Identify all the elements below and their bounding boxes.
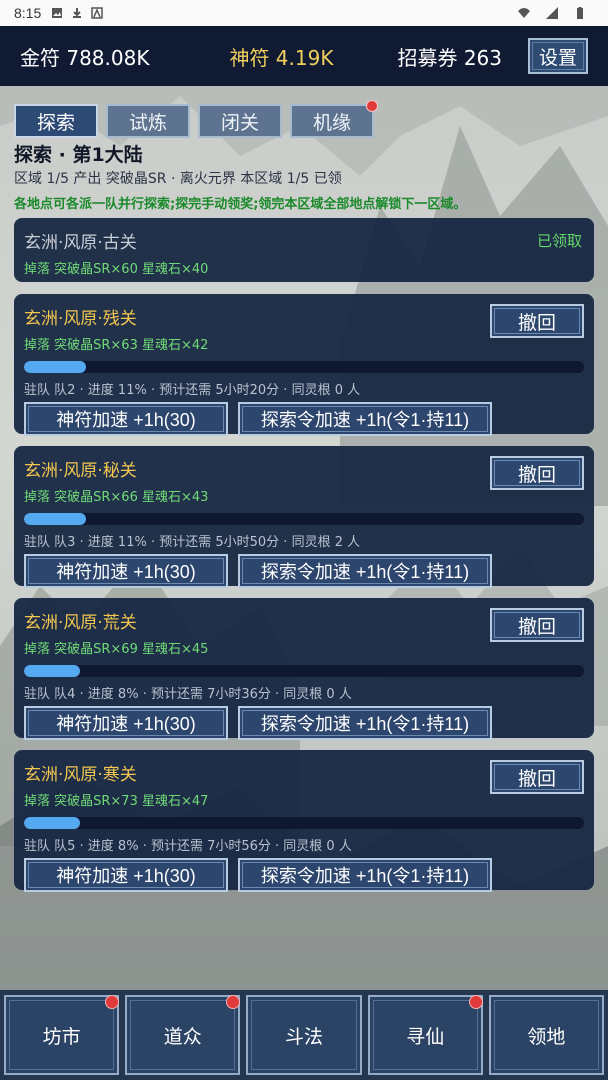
divine-speedup-button[interactable]: 神符加速 +1h(30)	[24, 554, 228, 588]
nav-disciples[interactable]: 道众	[125, 995, 241, 1075]
exploration-progress-bar	[24, 817, 584, 829]
tab-seclusion[interactable]: 闭关	[198, 104, 282, 138]
location-card: 玄洲·风原·荒关 掉落 突破晶SR×69 星魂石×45 撤回 驻队 队4 · 进…	[14, 598, 594, 740]
signal-icon	[546, 7, 558, 19]
nav-label: 寻仙	[406, 1025, 445, 1048]
recall-button[interactable]: 撤回	[490, 760, 584, 794]
tab-fortune[interactable]: 机缘	[290, 100, 378, 138]
tab-label: 试炼	[128, 111, 167, 134]
nav-market[interactable]: 坊市	[4, 995, 120, 1075]
clock: 8:15	[14, 5, 42, 21]
recall-button[interactable]: 撤回	[490, 608, 584, 642]
divine-speedup-button[interactable]: 神符加速 +1h(30)	[24, 402, 228, 436]
bottom-navigation: 坊市 道众 斗法 寻仙 领地	[0, 990, 608, 1080]
nav-seek-immortal[interactable]: 寻仙	[367, 995, 483, 1075]
speedup-actions: 神符加速 +1h(30) 探索令加速 +1h(令1·持11)	[24, 706, 584, 740]
app-notification-icon	[91, 7, 103, 19]
exploration-progress-bar	[24, 665, 584, 677]
token-speedup-button[interactable]: 探索令加速 +1h(令1·持11)	[238, 554, 492, 588]
notification-dot	[468, 995, 483, 1009]
progress-fill	[24, 513, 86, 525]
location-card-claimed: 玄洲·风原·古关 掉落 突破晶SR×60 星魂石×40 已领取	[14, 218, 594, 282]
tab-label: 探索	[36, 111, 75, 134]
speedup-actions: 神符加速 +1h(30) 探索令加速 +1h(令1·持11)	[24, 402, 584, 436]
exploration-progress-bar	[24, 361, 584, 373]
team-status: 驻队 队4 · 进度 8% · 预计还需 7小时36分 · 同灵根 0 人	[24, 687, 352, 702]
recruit-ticket-count: 招募券 263	[397, 45, 502, 70]
settings-button[interactable]: 设置	[527, 38, 588, 74]
team-status: 驻队 队3 · 进度 11% · 预计还需 5小时50分 · 同灵根 2 人	[24, 535, 361, 550]
location-card: 玄洲·风原·寒关 掉落 突破晶SR×73 星魂石×47 撤回 驻队 队5 · 进…	[14, 750, 594, 892]
drop-rewards: 掉落 突破晶SR×60 星魂石×40	[24, 262, 209, 277]
nav-label: 领地	[527, 1025, 566, 1048]
claimed-status: 已领取	[536, 232, 582, 250]
tab-label: 闭关	[220, 111, 259, 134]
battery-icon	[577, 7, 583, 19]
download-icon	[73, 8, 82, 18]
android-status-bar: 8:15	[0, 0, 608, 26]
location-card: 玄洲·风原·残关 掉落 突破晶SR×63 星魂石×42 撤回 驻队 队2 · 进…	[14, 294, 594, 436]
notification-dot	[105, 995, 120, 1009]
location-card: 玄洲·风原·秘关 掉落 突破晶SR×66 星魂石×43 撤回 驻队 队3 · 进…	[14, 446, 594, 588]
exploration-progress-bar	[24, 513, 584, 525]
team-status: 驻队 队2 · 进度 11% · 预计还需 5小时20分 · 同灵根 0 人	[24, 383, 361, 398]
location-title: 玄洲·风原·古关	[24, 233, 137, 253]
wifi-icon	[518, 8, 530, 18]
progress-fill	[24, 817, 80, 829]
recall-button[interactable]: 撤回	[490, 304, 584, 338]
divine-speedup-button[interactable]: 神符加速 +1h(30)	[24, 706, 228, 740]
divine-talisman-count: 神符 4.19K	[229, 45, 334, 70]
notification-dot	[366, 100, 378, 112]
notification-dot	[226, 995, 241, 1009]
speedup-actions: 神符加速 +1h(30) 探索令加速 +1h(令1·持11)	[24, 554, 584, 588]
progress-fill	[24, 665, 80, 677]
image-icon	[52, 8, 63, 18]
tab-explore[interactable]: 探索	[14, 104, 98, 138]
gold-talisman-count: 金符 788.08K	[20, 45, 150, 70]
page-title: 探索 · 第1大陆	[14, 144, 143, 166]
token-speedup-button[interactable]: 探索令加速 +1h(令1·持11)	[238, 402, 492, 436]
mode-tabs: 探索 试炼 闭关 机缘	[14, 100, 378, 138]
nav-label: 坊市	[42, 1025, 81, 1048]
tab-label: 机缘	[312, 111, 351, 134]
resource-header: 金符 788.08K 神符 4.19K 招募券 263 设置	[0, 26, 608, 86]
recall-button[interactable]: 撤回	[490, 456, 584, 490]
nav-label: 道众	[163, 1025, 202, 1048]
token-speedup-button[interactable]: 探索令加速 +1h(令1·持11)	[238, 706, 492, 740]
region-info: 区域 1/5 产出 突破晶SR · 离火元界 本区域 1/5 已领	[14, 171, 342, 187]
explore-hint: 各地点可各派一队并行探索;探完手动领奖;领完本区域全部地点解锁下一区域。	[14, 197, 467, 212]
progress-fill	[24, 361, 86, 373]
token-speedup-button[interactable]: 探索令加速 +1h(令1·持11)	[238, 858, 492, 892]
team-status: 驻队 队5 · 进度 8% · 预计还需 7小时56分 · 同灵根 0 人	[24, 839, 352, 854]
nav-territory[interactable]: 领地	[488, 995, 605, 1075]
speedup-actions: 神符加速 +1h(30) 探索令加速 +1h(令1·持11)	[24, 858, 584, 892]
nav-duel[interactable]: 斗法	[246, 995, 362, 1075]
divine-speedup-button[interactable]: 神符加速 +1h(30)	[24, 858, 228, 892]
nav-label: 斗法	[285, 1025, 324, 1048]
tab-trial[interactable]: 试炼	[106, 104, 190, 138]
